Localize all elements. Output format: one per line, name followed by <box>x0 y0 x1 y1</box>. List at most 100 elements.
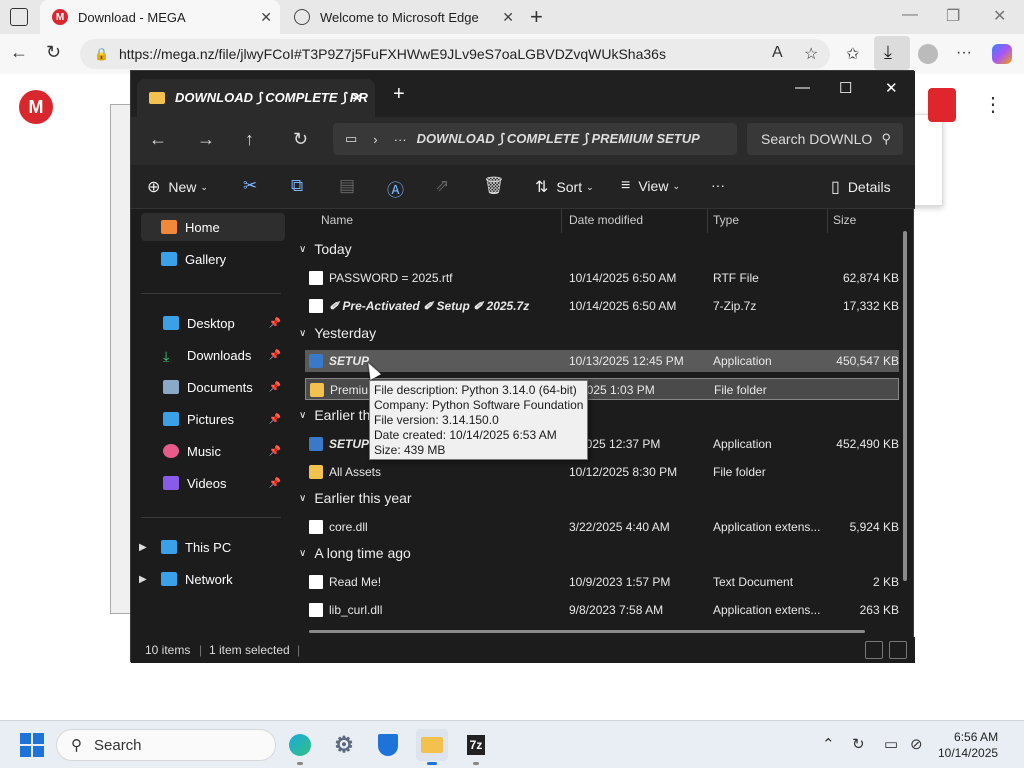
group-header-earlier-week[interactable]: ∨ Earlier th <box>299 407 370 423</box>
refresh-button[interactable]: ↻ <box>46 42 61 63</box>
column-header-date[interactable]: Date modified <box>569 213 643 227</box>
group-header-today[interactable]: ∨ Today <box>299 241 352 257</box>
sidebar-item-gallery[interactable]: Gallery <box>141 245 285 273</box>
more-menu-icon[interactable]: ··· <box>956 44 972 62</box>
downloads-button[interactable]: ⤓ <box>874 36 910 70</box>
mega-action-button[interactable] <box>928 88 956 122</box>
up-arrow-icon[interactable]: ↑ <box>245 129 254 150</box>
file-row[interactable]: ✐ Pre-Activated ✐ Setup ✐ 2025.7z 10/14/… <box>305 295 899 317</box>
sidebar-item-home[interactable]: Home <box>141 213 285 241</box>
file-row[interactable]: PASSWORD = 2025.rtf 10/14/2025 6:50 AM R… <box>305 267 899 289</box>
sort-button[interactable]: ⇅ Sort ⌄ <box>535 177 594 197</box>
edge-taskbar-icon[interactable] <box>284 729 316 765</box>
column-header-type[interactable]: Type <box>713 213 739 227</box>
new-explorer-tab-button[interactable]: + <box>393 83 405 106</box>
close-tab-icon[interactable]: ✕ <box>502 9 514 26</box>
taskbar-search[interactable]: ⚲ Search <box>56 729 276 761</box>
sidebar-item-videos[interactable]: Videos 📌 <box>141 469 285 497</box>
close-tab-icon[interactable]: ✕ <box>351 90 363 107</box>
details-view-button[interactable] <box>865 641 883 659</box>
start-button[interactable] <box>20 733 44 757</box>
pin-icon[interactable]: 📌 <box>269 318 281 329</box>
file-row[interactable]: lib_curl.dll 9/8/2023 7:58 AM Applicatio… <box>305 599 899 621</box>
profile-avatar[interactable] <box>918 44 938 64</box>
sidebar-item-downloads[interactable]: ⤓ Downloads 📌 <box>141 341 285 369</box>
large-icons-view-button[interactable] <box>889 641 907 659</box>
explorer-tab[interactable]: DOWNLOAD ⟆ COMPLETE ⟆ PR ✕ <box>137 79 375 117</box>
display-icon[interactable]: ▭ <box>884 735 898 753</box>
see-more-button[interactable]: ··· <box>711 177 725 193</box>
favorite-star-icon[interactable]: ☆ <box>804 44 818 64</box>
copilot-icon[interactable] <box>992 44 1012 64</box>
column-divider[interactable] <box>827 209 828 233</box>
more-path-icon[interactable]: ··· <box>394 132 407 147</box>
sidebar-item-pictures[interactable]: Pictures 📌 <box>141 405 285 433</box>
minimize-button[interactable]: — <box>902 6 918 24</box>
network-status-icon[interactable]: ⊘ <box>910 735 923 753</box>
restore-button[interactable]: ❐ <box>946 6 960 26</box>
group-header-yesterday[interactable]: ∨ Yesterday <box>299 325 376 341</box>
pin-icon[interactable]: 📌 <box>269 478 281 489</box>
pin-icon[interactable]: 📌 <box>269 446 281 457</box>
address-bar[interactable]: 🔒 https://mega.nz/file/jlwyFCoI#T3P9Z7j5… <box>80 39 830 69</box>
lock-icon[interactable]: 🔒 <box>94 47 109 61</box>
favorites-icon[interactable]: ✩ <box>846 44 859 64</box>
chevron-right-icon[interactable]: ▶ <box>139 542 147 553</box>
file-row[interactable]: SETUP 10/13/2025 12:45 PM Application 45… <box>305 350 899 372</box>
share-icon[interactable]: ⇗ <box>435 176 449 196</box>
pin-icon[interactable]: 📌 <box>269 350 281 361</box>
minimize-button[interactable]: — <box>795 79 810 96</box>
file-explorer-taskbar-icon[interactable] <box>416 729 448 765</box>
chevron-right-icon[interactable]: ▶ <box>139 574 147 585</box>
paste-icon[interactable]: ▤ <box>339 176 355 196</box>
7zip-taskbar-icon[interactable]: 7z <box>460 729 492 765</box>
tab-edge-welcome[interactable]: Welcome to Microsoft Edge ✕ <box>282 0 522 34</box>
delete-icon[interactable]: 🗑 <box>483 176 505 196</box>
column-divider[interactable] <box>561 209 562 233</box>
close-window-button[interactable]: ✕ <box>885 79 898 97</box>
rename-icon[interactable]: Ⓐ <box>387 176 404 201</box>
breadcrumb[interactable]: ▭ › ··· DOWNLOAD ⟆ COMPLETE ⟆ PREMIUM SE… <box>333 123 737 155</box>
copy-icon[interactable]: ⧉ <box>291 176 303 196</box>
sidebar-item-documents[interactable]: Documents 📌 <box>141 373 285 401</box>
group-header-earlier-year[interactable]: ∨ Earlier this year <box>299 490 412 506</box>
column-header-name[interactable]: Name <box>321 213 353 227</box>
new-tab-button[interactable]: + <box>530 4 543 30</box>
group-header-long-ago[interactable]: ∨ A long time ago <box>299 545 411 561</box>
close-window-button[interactable]: ✕ <box>993 6 1006 26</box>
sidebar-item-desktop[interactable]: Desktop 📌 <box>141 309 285 337</box>
vertical-scrollbar[interactable] <box>903 231 907 581</box>
file-row[interactable]: All Assets 10/12/2025 8:30 PM File folde… <box>305 461 899 483</box>
close-tab-icon[interactable]: ✕ <box>260 9 272 26</box>
sidebar-item-network[interactable]: ▶ Network <box>139 565 285 593</box>
back-button[interactable]: ← <box>10 42 28 63</box>
back-arrow-icon[interactable]: ← <box>149 129 167 150</box>
search-input[interactable]: Search DOWNLO ⚲ <box>747 123 903 155</box>
refresh-icon[interactable]: ↻ <box>293 129 308 150</box>
page-menu-icon[interactable]: ⋮ <box>983 92 1003 117</box>
clock[interactable]: 6:56 AM 10/14/2025 <box>938 729 998 761</box>
details-button[interactable]: ▯ Details <box>831 177 891 197</box>
maximize-button[interactable]: ☐ <box>839 79 852 97</box>
cut-icon[interactable]: ✂ <box>243 176 257 196</box>
settings-taskbar-icon[interactable]: ⚙ <box>328 729 360 761</box>
chevron-up-icon[interactable]: ⌃ <box>822 735 835 753</box>
tab-mega[interactable]: M Download - MEGA ✕ <box>40 0 280 34</box>
horizontal-scrollbar[interactable] <box>309 630 865 633</box>
new-button[interactable]: ⊕ New ⌄ <box>147 177 208 197</box>
file-row[interactable]: Read Me! 10/9/2023 1:57 PM Text Document… <box>305 571 899 593</box>
sidebar-item-this-pc[interactable]: ▶ This PC <box>139 533 285 561</box>
computer-icon[interactable]: ▭ <box>345 131 357 147</box>
sync-icon[interactable]: ↻ <box>852 735 865 753</box>
pin-icon[interactable]: 📌 <box>269 382 281 393</box>
breadcrumb-path[interactable]: DOWNLOAD ⟆ COMPLETE ⟆ PREMIUM SETUP <box>417 131 700 147</box>
forward-arrow-icon[interactable]: → <box>197 129 215 150</box>
column-header-size[interactable]: Size <box>833 213 856 227</box>
pin-icon[interactable]: 📌 <box>269 414 281 425</box>
defender-taskbar-icon[interactable] <box>372 729 404 761</box>
sidebar-item-music[interactable]: Music 📌 <box>141 437 285 465</box>
tab-actions-icon[interactable] <box>10 8 28 26</box>
view-button[interactable]: ≡ View ⌄ <box>621 177 680 195</box>
column-divider[interactable] <box>707 209 708 233</box>
mega-logo[interactable]: M <box>19 90 53 124</box>
